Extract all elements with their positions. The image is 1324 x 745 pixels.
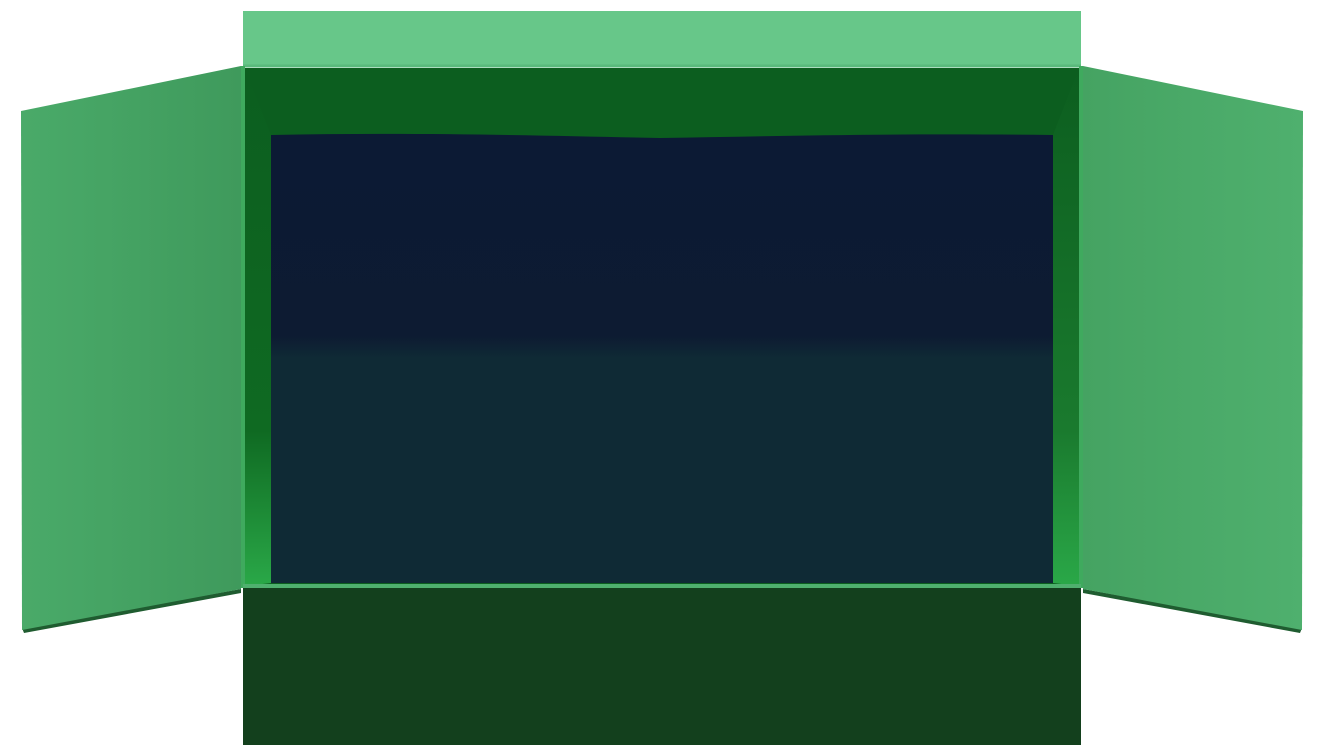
back-flap (243, 11, 1081, 66)
left-flap (21, 66, 241, 630)
inner-right-wall (1053, 68, 1079, 586)
inner-left-wall (245, 68, 271, 586)
box-interior (271, 133, 1053, 583)
open-box-scene (21, 11, 1303, 745)
front-panel (243, 588, 1081, 745)
right-flap (1083, 66, 1303, 630)
